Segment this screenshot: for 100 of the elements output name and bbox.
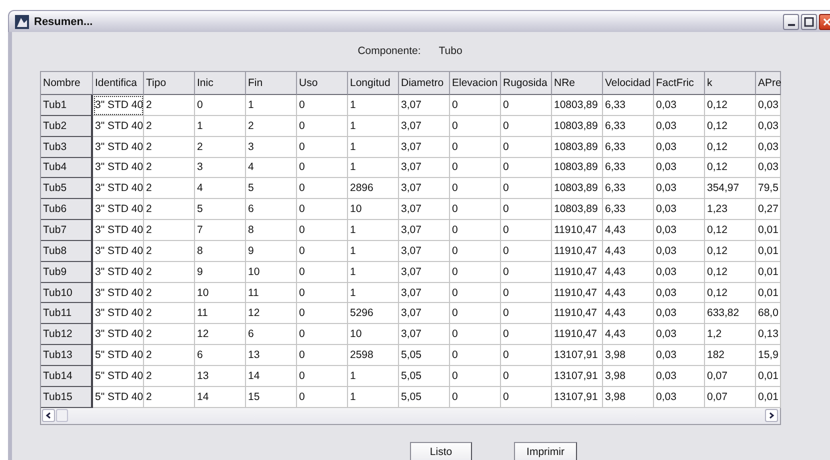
dialog-button[interactable]: Listo [410, 442, 472, 460]
table-cell: 0 [450, 178, 501, 200]
column-header[interactable]: Longitud [348, 72, 399, 95]
column-header[interactable]: k [705, 72, 756, 95]
table-cell: 2 [144, 303, 195, 324]
row-header: Tub8 [41, 240, 93, 262]
table-cell: 4,43 [603, 262, 654, 283]
scroll-left-button[interactable] [42, 409, 55, 422]
dialog-button[interactable]: Imprimir [514, 442, 577, 460]
table-cell: 9 [195, 262, 246, 283]
table-cell: 3" STD 40 [93, 240, 144, 262]
table-cell: 5" STD 40 [93, 366, 144, 387]
column-header[interactable]: Nombre [41, 72, 93, 95]
table-cell: 5,05 [399, 345, 450, 366]
table-cell: 0 [501, 136, 552, 158]
table-cell: 2 [144, 178, 195, 200]
component-label: Componente: [358, 45, 421, 57]
column-header[interactable]: Rugosida [501, 72, 552, 95]
table-cell: 10803,89 [552, 199, 603, 220]
table-cell: 5 [246, 178, 297, 200]
table-cell: 0,12 [705, 282, 756, 304]
table-cell: 3,07 [399, 158, 450, 178]
table-cell: 6,33 [603, 199, 654, 220]
table-cell: 15,9 [756, 345, 781, 366]
table-cell: 3" STD 40 [93, 282, 144, 304]
table-cell: 6,33 [603, 95, 654, 116]
column-header[interactable]: FactFric [654, 72, 705, 95]
table-cell: 10803,89 [552, 116, 603, 137]
table-cell: 6 [246, 199, 297, 220]
table-cell: 1 [348, 158, 399, 178]
minimize-button[interactable] [783, 14, 799, 30]
table-cell: 10 [348, 199, 399, 220]
table-cell: 0 [450, 240, 501, 262]
table-cell: 0 [450, 262, 501, 283]
table-cell: 0 [297, 116, 348, 137]
column-header[interactable]: Identifica [93, 72, 144, 95]
table-cell: 2 [144, 95, 195, 116]
close-icon [823, 18, 830, 26]
table-cell: 13 [195, 366, 246, 387]
table-cell: 10803,89 [552, 158, 603, 178]
table-cell: 3,07 [399, 282, 450, 304]
table-cell: 0,01 [756, 366, 781, 387]
table-cell: 0 [501, 324, 552, 346]
table-cell: 1 [348, 136, 399, 158]
table-cell: 11910,47 [552, 324, 603, 346]
table-cell: 4,43 [603, 324, 654, 346]
table-cell: 0,03 [654, 303, 705, 324]
table-cell: 1 [348, 262, 399, 283]
row-header: Tub11 [41, 303, 93, 324]
table-cell: 0 [501, 95, 552, 116]
column-header[interactable]: Velocidad [603, 72, 654, 95]
column-header[interactable]: Uso [297, 72, 348, 95]
maximize-button[interactable] [801, 14, 817, 30]
table-cell: 0,03 [654, 158, 705, 178]
row-header: Tub12 [41, 324, 93, 346]
table-cell: 10 [348, 324, 399, 346]
row-header: Tub1 [41, 95, 93, 116]
column-header[interactable]: Fin [246, 72, 297, 95]
table-cell: 3,07 [399, 136, 450, 158]
table-cell: 3,07 [399, 95, 450, 116]
table-cell: 4,43 [603, 240, 654, 262]
table-cell: 5,05 [399, 366, 450, 387]
table-cell: 1 [246, 95, 297, 116]
row-header: Tub5 [41, 178, 93, 200]
scrollbar-thumb[interactable] [56, 409, 68, 422]
table-cell: 4,43 [603, 303, 654, 324]
column-header[interactable]: Tipo [144, 72, 195, 95]
column-header[interactable]: Inic [195, 72, 246, 95]
table-cell: 13107,91 [552, 345, 603, 366]
table-cell: 2 [144, 136, 195, 158]
table-cell: 5 [195, 199, 246, 220]
table-cell: 2 [144, 116, 195, 137]
column-header[interactable]: Diametro [399, 72, 450, 95]
table-cell: 0,03 [654, 116, 705, 137]
table-cell: 3,07 [399, 116, 450, 137]
table-cell: 3,07 [399, 303, 450, 324]
table-cell: 0,03 [756, 158, 781, 178]
row-header: Tub13 [41, 345, 93, 366]
column-header[interactable]: APre [756, 72, 781, 95]
row-header: Tub6 [41, 199, 93, 220]
table-cell: 1 [348, 240, 399, 262]
app-icon [15, 14, 29, 28]
table-cell: 3,07 [399, 220, 450, 241]
table-cell: 0 [450, 345, 501, 366]
column-header[interactable]: NRe [552, 72, 603, 95]
table-cell: 182 [705, 345, 756, 366]
table-cell: 6,33 [603, 116, 654, 137]
table-cell: 3" STD 40 [93, 324, 144, 346]
table-cell: 0,03 [654, 262, 705, 283]
table-cell: 79,5 [756, 178, 781, 200]
component-value: Tubo [438, 45, 462, 57]
table-cell: 0,01 [756, 240, 781, 262]
table-cell: 0 [450, 158, 501, 178]
table-cell: 3" STD 40 [93, 136, 144, 158]
table-cell: 0 [450, 366, 501, 387]
column-header[interactable]: Elevacion [450, 72, 501, 95]
table-cell: 0,12 [705, 116, 756, 137]
scroll-right-button[interactable] [765, 409, 778, 422]
table-cell: 3" STD 40 [93, 220, 144, 241]
table-cell: 4,43 [603, 282, 654, 304]
